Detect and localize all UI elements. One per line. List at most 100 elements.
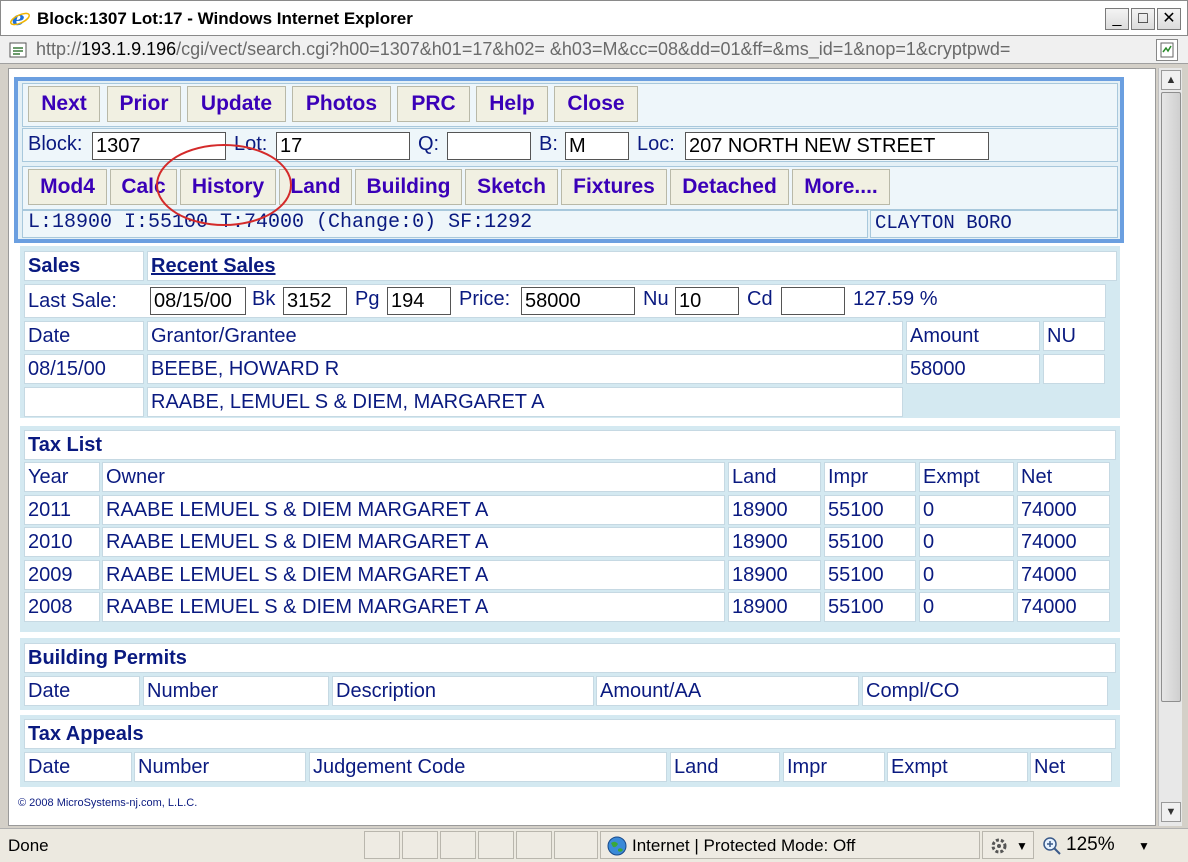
permit-header-compl: Compl/CO bbox=[862, 676, 1108, 706]
tax-row-owner: RAABE LEMUEL S & DIEM MARGARET A bbox=[102, 495, 725, 525]
mod4-button[interactable]: Mod4 bbox=[28, 169, 107, 205]
sales-header-grantor: Grantor/Grantee bbox=[147, 321, 903, 351]
cd-field[interactable] bbox=[781, 287, 845, 315]
copyright-notice: © 2008 MicroSystems-nj.com, L.L.C. bbox=[18, 797, 198, 809]
sale-grantor: BEEBE, HOWARD R bbox=[147, 354, 903, 384]
next-button[interactable]: Next bbox=[28, 86, 100, 122]
b-field[interactable]: M bbox=[565, 132, 629, 160]
tax-row-net: 74000 bbox=[1017, 527, 1110, 557]
tax-row-land: 18900 bbox=[728, 527, 821, 557]
scroll-up-arrow-icon[interactable]: ▲ bbox=[1161, 70, 1181, 90]
scroll-down-arrow-icon[interactable]: ▼ bbox=[1161, 802, 1181, 822]
tax-row-impr: 55100 bbox=[824, 527, 916, 557]
sale-grantee: RAABE, LEMUEL S & DIEM, MARGARET A bbox=[147, 387, 903, 417]
maximize-button[interactable]: □ bbox=[1131, 8, 1155, 30]
tax-row-net: 74000 bbox=[1017, 560, 1110, 590]
globe-icon bbox=[607, 836, 627, 856]
tax-list-title: Tax List bbox=[24, 430, 1116, 460]
appeal-header-exmpt: Exmpt bbox=[887, 752, 1028, 782]
lot-field[interactable]: 17 bbox=[276, 132, 410, 160]
permit-header-description: Description bbox=[332, 676, 594, 706]
tax-row-net: 74000 bbox=[1017, 495, 1110, 525]
security-zone-text: Internet | Protected Mode: Off bbox=[632, 836, 856, 855]
tax-row-year: 2008 bbox=[24, 592, 100, 622]
zoom-icon bbox=[1043, 837, 1061, 855]
q-field[interactable] bbox=[447, 132, 531, 160]
detached-button[interactable]: Detached bbox=[670, 169, 789, 205]
price-field[interactable]: 58000 bbox=[521, 287, 635, 315]
fixtures-button[interactable]: Fixtures bbox=[561, 169, 667, 205]
window-title: Block:1307 Lot:17 - Windows Internet Exp… bbox=[37, 9, 413, 28]
bk-field[interactable]: 3152 bbox=[283, 287, 347, 315]
pg-field[interactable]: 194 bbox=[387, 287, 451, 315]
last-sale-date-field[interactable]: 08/15/00 bbox=[150, 287, 246, 315]
tax-row-year: 2009 bbox=[24, 560, 100, 590]
building-button[interactable]: Building bbox=[355, 169, 462, 205]
close-window-button[interactable]: ✕ bbox=[1157, 8, 1181, 30]
status-segment bbox=[364, 831, 400, 859]
nu-field[interactable]: 10 bbox=[675, 287, 739, 315]
internet-explorer-icon: e bbox=[10, 7, 30, 29]
b-label: B: bbox=[539, 133, 558, 155]
tax-row-exmpt: 0 bbox=[919, 560, 1014, 590]
tax-row-land: 18900 bbox=[728, 560, 821, 590]
tax-row-owner: RAABE LEMUEL S & DIEM MARGARET A bbox=[102, 527, 725, 557]
update-button[interactable]: Update bbox=[187, 86, 286, 122]
highlight-annotation-circle bbox=[156, 144, 292, 226]
status-bar: Done Internet | Protected Mode: Off ▼ 12… bbox=[0, 828, 1188, 862]
permit-header-date: Date bbox=[24, 676, 140, 706]
tax-row-land: 18900 bbox=[728, 495, 821, 525]
photos-button[interactable]: Photos bbox=[292, 86, 391, 122]
url-path: /cgi/vect/search.cgi?h00=1307&h01=17&h02… bbox=[176, 39, 1011, 59]
minimize-button[interactable]: _ bbox=[1105, 8, 1129, 30]
sale-nu bbox=[1043, 354, 1105, 384]
url-scheme: http:// bbox=[36, 39, 82, 59]
tax-row-year: 2011 bbox=[24, 495, 100, 525]
municipality: CLAYTON BORO bbox=[875, 212, 1012, 234]
sales-title: Sales bbox=[24, 251, 144, 281]
compatibility-view-icon[interactable] bbox=[1156, 39, 1178, 61]
nu-label: Nu bbox=[643, 288, 669, 310]
building-permits-title: Building Permits bbox=[24, 643, 1116, 673]
appeal-header-land: Land bbox=[670, 752, 780, 782]
sale-amount: 58000 bbox=[906, 354, 1040, 384]
status-text: Done bbox=[8, 836, 49, 855]
prc-button[interactable]: PRC bbox=[397, 86, 470, 122]
assessment-summary: L:18900 I:55100 T:74000 (Change:0) SF:12… bbox=[28, 211, 533, 234]
sales-header-nu: NU bbox=[1043, 321, 1105, 351]
tax-header-impr: Impr bbox=[824, 462, 916, 492]
prior-button[interactable]: Prior bbox=[107, 86, 181, 122]
sketch-button[interactable]: Sketch bbox=[465, 169, 558, 205]
tax-header-year: Year bbox=[24, 462, 100, 492]
tax-row-net: 74000 bbox=[1017, 592, 1110, 622]
loc-field[interactable]: 207 NORTH NEW STREET bbox=[685, 132, 989, 160]
address-bar: http://193.1.9.196/cgi/vect/search.cgi?h… bbox=[0, 36, 1188, 64]
url-field[interactable]: http://193.1.9.196/cgi/vect/search.cgi?h… bbox=[36, 39, 1150, 61]
tax-row-exmpt: 0 bbox=[919, 495, 1014, 525]
tax-row-impr: 55100 bbox=[824, 592, 916, 622]
tax-header-exmpt: Exmpt bbox=[919, 462, 1014, 492]
zoom-level[interactable]: 125% bbox=[1066, 834, 1115, 856]
tax-row-land: 18900 bbox=[728, 592, 821, 622]
sale-date-2 bbox=[24, 387, 144, 417]
q-label: Q: bbox=[418, 133, 440, 155]
close-button[interactable]: Close bbox=[554, 86, 638, 122]
page-icon bbox=[9, 42, 27, 58]
tax-row-year: 2010 bbox=[24, 527, 100, 557]
recent-sales-link[interactable]: Recent Sales bbox=[147, 251, 1117, 281]
url-host: 193.1.9.196 bbox=[81, 39, 177, 59]
more-button[interactable]: More.... bbox=[792, 169, 890, 205]
status-segment bbox=[440, 831, 476, 859]
permit-header-amount: Amount/AA bbox=[596, 676, 859, 706]
tax-header-net: Net bbox=[1017, 462, 1110, 492]
status-segment bbox=[402, 831, 438, 859]
pg-label: Pg bbox=[355, 288, 380, 310]
zoom-dropdown-icon[interactable]: ▼ bbox=[1138, 839, 1150, 853]
vertical-scrollbar[interactable]: ▲ ▼ bbox=[1158, 68, 1182, 826]
scroll-thumb[interactable] bbox=[1161, 92, 1181, 702]
tax-header-land: Land bbox=[728, 462, 821, 492]
help-button[interactable]: Help bbox=[476, 86, 548, 122]
last-sale-label: Last Sale: bbox=[28, 290, 117, 312]
settings-dropdown-icon[interactable]: ▼ bbox=[1016, 839, 1028, 853]
appeal-header-date: Date bbox=[24, 752, 132, 782]
